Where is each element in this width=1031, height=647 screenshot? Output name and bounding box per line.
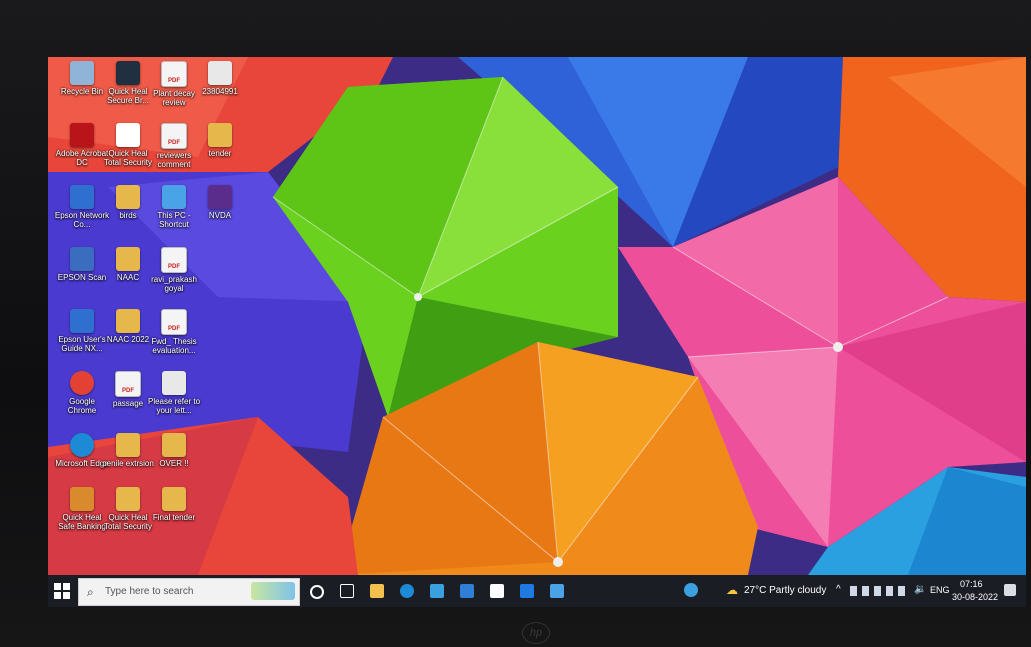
mail-icon[interactable] [460, 584, 474, 598]
search-icon: ⌕ [87, 585, 94, 599]
desktop-icon-label: ravi_prakash goyal [151, 275, 197, 293]
folder-icon [116, 433, 140, 457]
globe-icon [116, 61, 140, 85]
edge-icon[interactable] [400, 584, 414, 598]
desktop-icon-label: Please refer to your lett... [147, 397, 201, 415]
clock-date[interactable]: 30-08-2022 [952, 592, 998, 602]
microsoft-store-icon[interactable] [430, 584, 444, 598]
clock-time[interactable]: 07:16 [960, 579, 983, 589]
cortana-icon[interactable] [310, 585, 324, 599]
network-globe-icon[interactable] [684, 583, 698, 597]
desktop-icon[interactable]: Please refer to your lett... [146, 367, 202, 431]
start-button[interactable] [54, 583, 70, 599]
amazon-icon[interactable] [490, 584, 504, 598]
task-view-icon[interactable] [340, 584, 354, 598]
weather-icon: ☁ [726, 583, 738, 597]
nvda-icon [208, 185, 232, 209]
desktop-icon-label: Final tender [152, 513, 196, 522]
folder-icon [116, 185, 140, 209]
epson-network-icon [70, 185, 94, 209]
desktop-icon-label: NVDA [208, 211, 232, 220]
desktop-icon[interactable]: NVDA [192, 181, 248, 245]
dropbox-icon[interactable] [520, 584, 534, 598]
desktop-icon[interactable]: Fwd_ Thesis evaluation... [146, 305, 202, 369]
system-tray: ☁ 27°C Partly cloudy ^ 🔉 ENG 07:16 30-08… [678, 575, 1026, 607]
document-icon [162, 371, 186, 395]
search-highlight-image [251, 582, 295, 600]
folder-icon [116, 309, 140, 333]
search-box[interactable]: ⌕ Type here to search [78, 578, 300, 606]
search-placeholder: Type here to search [105, 586, 194, 597]
pdf-icon [161, 309, 187, 335]
epson-scan-icon [70, 247, 94, 271]
notification-icon[interactable] [1004, 584, 1016, 596]
desktop-icon[interactable]: ravi_prakash goyal [146, 243, 202, 307]
desktop-icon-grid: Recycle Bin Adobe Acrobat DC Epson Network… [54, 57, 238, 575]
recycle-bin-icon [70, 61, 94, 85]
pdf-icon [161, 247, 187, 273]
photos-icon[interactable] [550, 584, 564, 598]
chevron-up-icon[interactable]: ^ [836, 584, 841, 595]
pdf-icon [161, 123, 187, 149]
file-explorer-icon[interactable] [370, 584, 384, 598]
folder-icon [116, 247, 140, 271]
windows-icon [54, 583, 70, 599]
desktop-icon[interactable]: 23804991 [192, 57, 248, 121]
weather-widget[interactable]: 27°C Partly cloudy [744, 585, 826, 596]
taskbar: ⌕ Type here to search ☁ 27°C Partly clou… [48, 575, 1026, 607]
chrome-icon [70, 371, 94, 395]
desktop-icon[interactable]: tender [192, 119, 248, 183]
folder-icon [116, 487, 140, 511]
screen: Recycle Bin Adobe Acrobat DC Epson Network… [48, 57, 1026, 607]
desktop-icon-label: Fwd_ Thesis evaluation... [151, 337, 197, 355]
pdf-icon [115, 371, 141, 397]
folder-icon [162, 487, 186, 511]
edge-icon [70, 433, 94, 457]
hp-logo: hp [522, 622, 550, 644]
epson-guide-icon [70, 309, 94, 333]
acrobat-icon [70, 123, 94, 147]
quick-heal-icon [116, 123, 140, 147]
safe-banking-icon [70, 487, 94, 511]
desktop-icon-label: 23804991 [202, 87, 238, 96]
folder-icon [208, 123, 232, 147]
desktop-icon-label: OVER !! [159, 459, 189, 468]
computer-icon [162, 185, 186, 209]
document-icon [208, 61, 232, 85]
language-indicator[interactable]: ENG [930, 585, 950, 595]
folder-icon [162, 433, 186, 457]
speaker-icon[interactable]: 🔉 [914, 584, 926, 595]
desktop-icon-label: tender [208, 149, 232, 158]
pdf-icon [161, 61, 187, 87]
tray-icons[interactable] [850, 586, 908, 596]
desktop-icon[interactable]: Final tender [146, 483, 202, 547]
